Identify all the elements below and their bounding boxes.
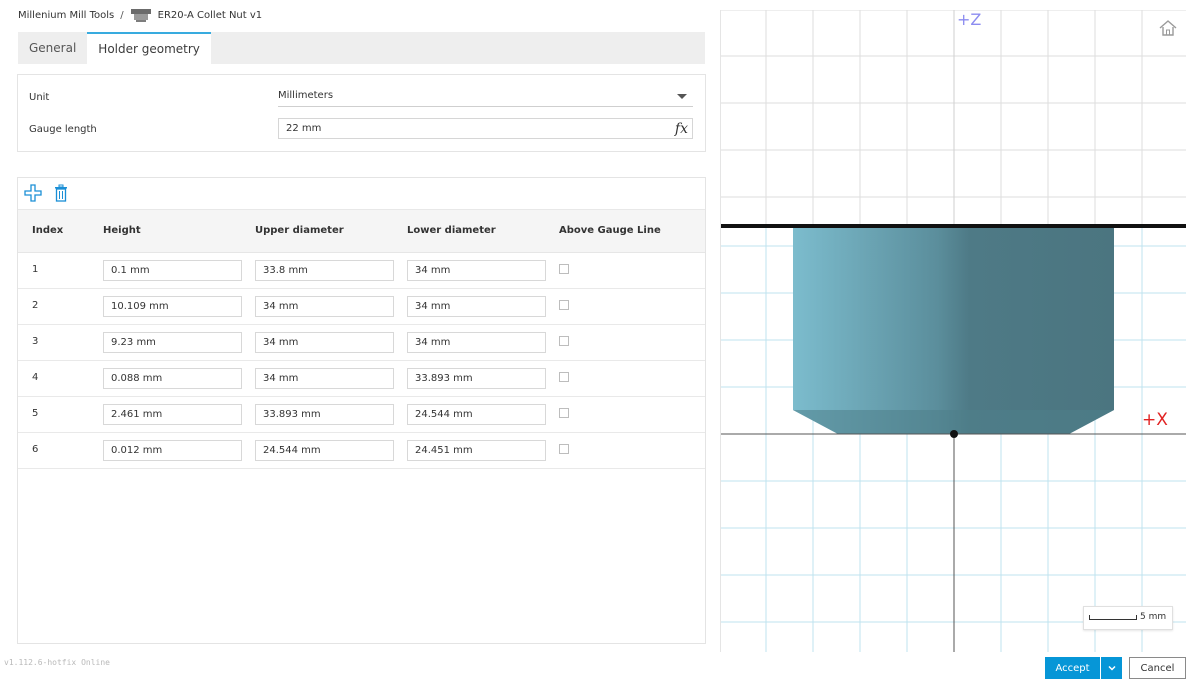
scale-bar: 5 mm	[1083, 606, 1173, 630]
lower-diameter-input[interactable]: 24.544 mm	[407, 404, 546, 425]
table-row: 2 10.109 mm 34 mm 34 mm	[18, 289, 705, 325]
accept-button[interactable]: Accept	[1045, 657, 1100, 679]
column-header-above-gauge-line: Above Gauge Line	[559, 225, 661, 236]
holder-body	[793, 228, 1114, 434]
z-axis-label: +Z	[957, 10, 982, 29]
lower-diameter-input[interactable]: 33.893 mm	[407, 368, 546, 389]
above-gauge-line-checkbox[interactable]	[559, 444, 569, 454]
gauge-length-label: Gauge length	[29, 124, 97, 135]
height-input[interactable]: 0.1 mm	[103, 260, 242, 281]
column-header-index: Index	[32, 225, 64, 236]
tab-general[interactable]: General	[18, 32, 87, 64]
x-axis-label: +X	[1142, 410, 1168, 430]
height-input[interactable]: 10.109 mm	[103, 296, 242, 317]
above-gauge-line-checkbox[interactable]	[559, 336, 569, 346]
table-row: 4 0.088 mm 34 mm 33.893 mm	[18, 361, 705, 397]
lower-diameter-input[interactable]: 24.451 mm	[407, 440, 546, 461]
unit-label: Unit	[29, 92, 50, 103]
table-row: 6 0.012 mm 24.544 mm 24.451 mm	[18, 433, 705, 469]
lower-diameter-input[interactable]: 34 mm	[407, 332, 546, 353]
upper-diameter-input[interactable]: 33.893 mm	[255, 404, 394, 425]
cancel-button[interactable]: Cancel	[1129, 657, 1186, 679]
height-input[interactable]: 0.088 mm	[103, 368, 242, 389]
footer: Accept Cancel	[0, 654, 1200, 686]
gauge-length-value: 22 mm	[286, 123, 322, 134]
row-index: 5	[32, 408, 39, 419]
collet-nut-icon	[130, 8, 152, 22]
row-index: 3	[32, 336, 39, 347]
tab-bar: General Holder geometry	[18, 32, 705, 64]
add-row-icon[interactable]	[24, 184, 42, 202]
lower-diameter-input[interactable]: 34 mm	[407, 260, 546, 281]
scale-bar-line	[1089, 615, 1137, 620]
upper-diameter-input[interactable]: 34 mm	[255, 368, 394, 389]
table-row: 5 2.461 mm 33.893 mm 24.544 mm	[18, 397, 705, 433]
upper-diameter-input[interactable]: 33.8 mm	[255, 260, 394, 281]
table-row: 1 0.1 mm 33.8 mm 34 mm	[18, 253, 705, 289]
table-header: Index Height Upper diameter Lower diamet…	[18, 209, 705, 253]
breadcrumb-current: ER20-A Collet Nut v1	[157, 9, 263, 21]
row-index: 6	[32, 444, 39, 455]
accept-dropdown-button[interactable]	[1100, 657, 1122, 679]
upper-diameter-input[interactable]: 24.544 mm	[255, 440, 394, 461]
breadcrumb: Millenium Mill Tools / ER20-A Collet Nut…	[18, 7, 262, 23]
height-input[interactable]: 0.012 mm	[103, 440, 242, 461]
home-icon[interactable]	[1158, 18, 1178, 38]
chevron-down-icon	[677, 94, 687, 99]
above-gauge-line-checkbox[interactable]	[559, 408, 569, 418]
tab-holder-geometry[interactable]: Holder geometry	[87, 32, 211, 64]
height-input[interactable]: 2.461 mm	[103, 404, 242, 425]
row-index: 2	[32, 300, 39, 311]
column-header-upper-diameter: Upper diameter	[255, 225, 344, 236]
above-gauge-line-checkbox[interactable]	[559, 372, 569, 382]
height-input[interactable]: 9.23 mm	[103, 332, 242, 353]
breadcrumb-separator: /	[120, 9, 124, 21]
column-header-height: Height	[103, 225, 141, 236]
chevron-down-icon	[1107, 665, 1116, 671]
upper-diameter-input[interactable]: 34 mm	[255, 332, 394, 353]
row-index: 1	[32, 264, 39, 275]
table-row: 3 9.23 mm 34 mm 34 mm	[18, 325, 705, 361]
above-gauge-line-checkbox[interactable]	[559, 300, 569, 310]
unit-select-value: Millimeters	[278, 90, 334, 101]
upper-diameter-input[interactable]: 34 mm	[255, 296, 394, 317]
origin-point	[950, 430, 958, 438]
left-panel: Millenium Mill Tools / ER20-A Collet Nut…	[0, 0, 720, 654]
lower-diameter-input[interactable]: 34 mm	[407, 296, 546, 317]
breadcrumb-root[interactable]: Millenium Mill Tools	[18, 10, 114, 21]
scale-bar-label: 5 mm	[1140, 612, 1167, 622]
viewport-canvas	[721, 10, 1186, 652]
above-gauge-line-checkbox[interactable]	[559, 264, 569, 274]
table-toolbar	[18, 178, 705, 209]
3d-viewport[interactable]: +Z +X 5 mm	[720, 10, 1186, 652]
gauge-length-input[interactable]: 22 mm fx	[278, 118, 693, 139]
row-index: 4	[32, 372, 39, 383]
accept-split-button: Accept	[1045, 657, 1122, 679]
geometry-table: Index Height Upper diameter Lower diamet…	[18, 178, 705, 643]
column-header-lower-diameter: Lower diameter	[407, 225, 496, 236]
settings-card: Unit Millimeters Gauge length 22 mm fx	[18, 75, 705, 151]
unit-select[interactable]: Millimeters	[278, 86, 693, 107]
fx-icon[interactable]: fx	[675, 120, 688, 139]
trash-icon[interactable]	[52, 184, 70, 202]
